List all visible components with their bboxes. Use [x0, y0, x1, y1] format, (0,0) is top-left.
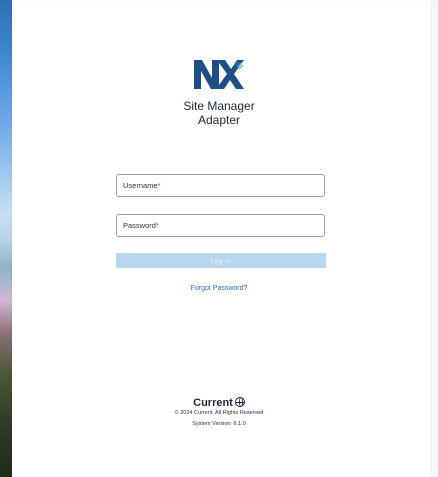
- password-field[interactable]: Password *: [116, 214, 325, 237]
- copyright-text: © 2024 Current. All Rights Reserved: [174, 410, 264, 416]
- password-label: Password: [123, 221, 156, 230]
- username-field[interactable]: Username *: [116, 174, 325, 197]
- globe-icon: [234, 397, 245, 407]
- brand-name: Current: [193, 397, 233, 409]
- app-title-line1: Site Manager: [183, 99, 255, 113]
- footer-brand: Current: [0, 397, 438, 409]
- required-mark: *: [155, 221, 159, 230]
- login-screen: Site Manager Adapter Username * Password *…: [0, 0, 438, 477]
- app-title-line2: Adapter: [197, 113, 241, 127]
- required-mark: *: [157, 181, 161, 190]
- username-label: Username: [123, 181, 158, 190]
- login-button[interactable]: Log In: [116, 253, 326, 268]
- nx-logo-icon: [194, 60, 244, 89]
- system-version: System Version: 6.1.0: [192, 421, 246, 427]
- forgot-password-link[interactable]: Forgot Password?: [0, 285, 438, 292]
